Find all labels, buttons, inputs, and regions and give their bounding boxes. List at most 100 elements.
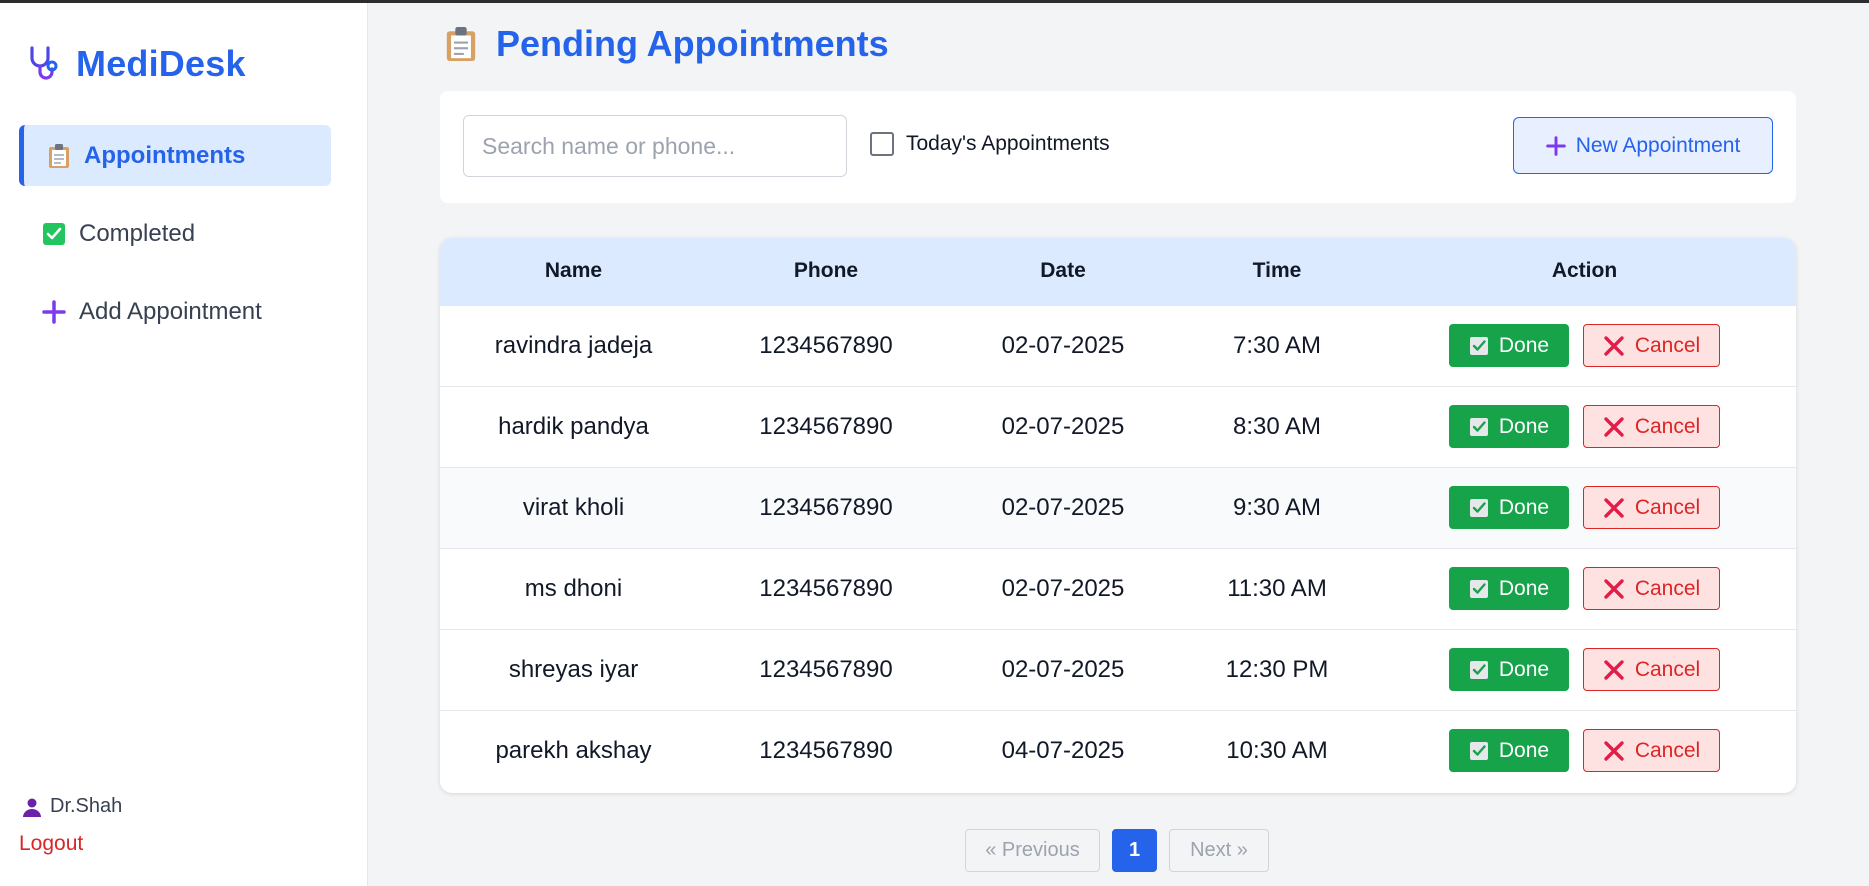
check-box-icon [1469,417,1488,436]
cell-name: hardik pandya [498,412,649,440]
logout-link[interactable]: Logout [19,832,83,856]
cell-time: 12:30 PM [1225,655,1329,683]
done-label: Done [1498,576,1550,600]
cell-phone: 1234567890 [759,493,893,521]
new-appointment-button[interactable]: New Appointment [1513,117,1773,174]
done-button[interactable]: Done [1449,486,1569,529]
close-icon [1604,416,1624,437]
cell-time: 11:30 AM [1227,574,1327,602]
done-button[interactable]: Done [1449,729,1569,773]
sidebar-item-label: Completed [79,219,196,247]
table-row: parekh akshay 1234567890 04-07-2025 10:3… [440,710,1796,791]
cell-action: Done Cancel [1373,305,1796,386]
cell-name: ravindra jadeja [494,331,653,359]
done-label: Done [1498,738,1550,762]
user-info: Dr.Shah [22,795,122,818]
cancel-button[interactable]: Cancel [1583,324,1720,367]
column-header-name: Name [544,259,603,283]
cancel-label: Cancel [1634,495,1701,519]
done-label: Done [1498,657,1550,681]
current-page-button[interactable]: 1 [1112,829,1157,872]
done-button[interactable]: Done [1449,324,1569,367]
cancel-button[interactable]: Cancel [1583,729,1720,773]
sidebar-item-appointments[interactable]: Appointments [19,125,331,186]
cell-phone: 1234567890 [759,412,893,440]
cancel-label: Cancel [1634,576,1701,600]
today-checkbox[interactable] [870,132,894,156]
cell-time: 10:30 AM [1226,736,1328,764]
close-icon [1604,659,1624,680]
cell-name: ms dhoni [524,574,623,602]
cell-date: 02-07-2025 [1001,331,1125,359]
search-input[interactable] [463,115,847,177]
cell-action: Done Cancel [1373,467,1796,548]
cell-date: 04-07-2025 [1001,736,1125,764]
appointments-table: Name Phone Date Time Action ravindra jad… [440,238,1796,791]
cell-date: 02-07-2025 [1001,493,1125,521]
check-box-icon [1469,498,1488,517]
close-icon [1604,497,1624,518]
cell-phone: 1234567890 [759,736,893,764]
new-appointment-label: New Appointment [1575,133,1741,157]
stethoscope-icon [30,46,58,80]
table-header-row: Name Phone Date Time Action [440,238,1796,305]
cancel-button[interactable]: Cancel [1583,486,1720,529]
cell-time: 7:30 AM [1232,331,1322,359]
next-page-button[interactable]: Next » [1169,829,1269,872]
column-header-time: Time [1252,259,1302,283]
cancel-label: Cancel [1634,333,1701,357]
appointments-table-card: Name Phone Date Time Action ravindra jad… [440,238,1796,793]
brand[interactable]: MediDesk [24,43,246,85]
cancel-button[interactable]: Cancel [1583,648,1720,691]
column-header-date: Date [1040,259,1086,283]
cell-date: 02-07-2025 [1001,655,1125,683]
cell-action: Done Cancel [1373,710,1796,791]
page-title: Pending Appointments [444,23,889,65]
done-button[interactable]: Done [1449,648,1569,691]
cell-date: 02-07-2025 [1001,412,1125,440]
cancel-button[interactable]: Cancel [1583,405,1720,448]
table-row: ms dhoni 1234567890 02-07-2025 11:30 AM … [440,548,1796,629]
previous-page-button[interactable]: « Previous [965,829,1100,872]
table-row: hardik pandya 1234567890 02-07-2025 8:30… [440,386,1796,467]
clipboard-icon [46,143,72,169]
cell-action: Done Cancel [1373,386,1796,467]
cell-time: 9:30 AM [1232,493,1322,521]
close-icon [1604,578,1624,599]
cell-action: Done Cancel [1373,629,1796,710]
check-box-icon [1469,660,1488,679]
sidebar-item-add-appointment[interactable]: Add Appointment [19,281,331,342]
check-box-icon [1469,579,1488,598]
cell-name: virat kholi [522,493,625,521]
done-label: Done [1498,495,1550,519]
sidebar: MediDesk Appointments Completed Add Appo… [0,3,368,886]
plus-icon [1545,135,1566,156]
cancel-label: Cancel [1634,738,1701,762]
toolbar: Today's Appointments New Appointment [440,91,1796,203]
check-box-icon [1469,336,1488,355]
clipboard-icon [446,27,476,61]
table-row: virat kholi 1234567890 02-07-2025 9:30 A… [440,467,1796,548]
cell-name: shreyas iyar [508,655,639,683]
sidebar-item-label: Appointments [84,141,246,169]
page-title-text: Pending Appointments [496,23,889,64]
cell-phone: 1234567890 [759,655,893,683]
sidebar-item-completed[interactable]: Completed [19,203,331,264]
cell-action: Done Cancel [1373,548,1796,629]
done-label: Done [1498,414,1550,438]
cancel-label: Cancel [1634,414,1701,438]
sidebar-nav: Appointments Completed Add Appointment [19,125,331,359]
cancel-button[interactable]: Cancel [1583,567,1720,610]
plus-icon [41,299,67,325]
done-button[interactable]: Done [1449,405,1569,448]
today-filter[interactable]: Today's Appointments [870,132,1110,156]
done-button[interactable]: Done [1449,567,1569,610]
user-name: Dr.Shah [50,795,123,817]
table-row: ravindra jadeja 1234567890 02-07-2025 7:… [440,305,1796,386]
check-box-icon [1469,741,1488,760]
table-row: shreyas iyar 1234567890 02-07-2025 12:30… [440,629,1796,710]
main-content: Pending Appointments Today's Appointment… [440,3,1796,886]
cell-phone: 1234567890 [759,574,893,602]
cell-phone: 1234567890 [759,331,893,359]
done-label: Done [1498,333,1550,357]
